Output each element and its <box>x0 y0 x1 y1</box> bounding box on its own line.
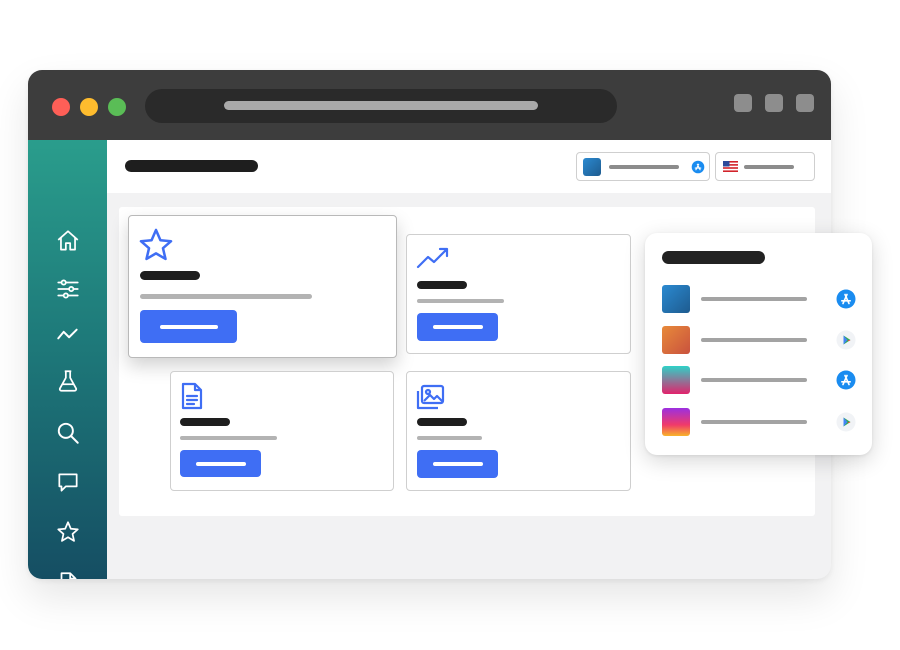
feature-card-trends[interactable] <box>406 234 631 354</box>
chat-icon <box>58 473 78 492</box>
button-label-placeholder <box>432 462 483 466</box>
address-bar[interactable] <box>145 89 617 123</box>
toolbar-button-2[interactable] <box>765 94 783 112</box>
app-thumbnail <box>662 285 690 313</box>
feature-card-documents[interactable] <box>170 371 394 491</box>
sidebar-item-home[interactable] <box>55 228 81 254</box>
toolbar-button-3[interactable] <box>796 94 814 112</box>
card-description <box>180 436 277 440</box>
minimize-window-button[interactable] <box>80 98 98 116</box>
card-action-button[interactable] <box>417 450 498 478</box>
button-label-placeholder <box>432 325 483 329</box>
sidebar-item-favorites[interactable] <box>55 519 81 545</box>
google-play-icon <box>836 412 856 432</box>
window-titlebar <box>28 70 831 140</box>
us-flag-icon <box>723 161 738 172</box>
app-name-placeholder <box>701 338 807 342</box>
sliders-icon <box>57 279 79 299</box>
home-icon <box>57 230 79 251</box>
feature-card-media[interactable] <box>406 371 631 491</box>
app-store-icon <box>836 289 856 309</box>
toolbar-button-1[interactable] <box>734 94 752 112</box>
card-title <box>417 418 467 426</box>
sidebar-item-analytics[interactable] <box>55 321 81 347</box>
trending-up-icon <box>416 247 449 269</box>
sidebar-item-labs[interactable] <box>55 368 81 394</box>
card-action-button[interactable] <box>140 310 237 343</box>
app-thumbnail <box>662 326 690 354</box>
app-selector[interactable] <box>576 152 710 181</box>
app-list-popover <box>645 233 872 455</box>
star-icon <box>57 521 79 542</box>
list-item[interactable] <box>662 285 858 313</box>
list-item[interactable] <box>662 366 858 394</box>
feature-card-favorites[interactable] <box>128 215 397 358</box>
app-name-placeholder <box>701 378 807 382</box>
search-icon <box>57 422 79 444</box>
trend-line-icon <box>57 328 78 340</box>
button-label-placeholder <box>195 461 246 466</box>
card-title <box>140 271 200 280</box>
list-item[interactable] <box>662 326 858 354</box>
card-title <box>417 281 467 289</box>
app-thumbnail <box>662 366 690 394</box>
language-selector[interactable] <box>715 152 815 181</box>
sidebar-item-settings[interactable] <box>55 276 81 302</box>
app-thumbnail <box>583 158 601 176</box>
card-description <box>140 294 312 299</box>
star-icon <box>139 228 173 261</box>
sidebar-item-reports[interactable] <box>55 570 81 579</box>
card-action-button[interactable] <box>180 450 261 477</box>
card-description <box>417 299 504 303</box>
card-action-button[interactable] <box>417 313 498 341</box>
language-placeholder <box>744 165 794 169</box>
zoom-window-button[interactable] <box>108 98 126 116</box>
google-play-icon <box>836 330 856 350</box>
sidebar-item-search[interactable] <box>55 420 81 446</box>
page-header <box>107 140 831 193</box>
app-name-placeholder <box>701 420 807 424</box>
app-store-icon <box>836 370 856 390</box>
address-placeholder <box>224 101 538 110</box>
button-label-placeholder <box>159 324 218 329</box>
page-title <box>125 160 258 172</box>
popover-title <box>662 251 765 264</box>
card-title <box>180 418 230 426</box>
document-icon <box>60 572 77 579</box>
card-description <box>417 436 482 440</box>
image-icon <box>416 384 445 410</box>
app-thumbnail <box>662 408 690 436</box>
app-name-placeholder <box>609 165 679 169</box>
close-window-button[interactable] <box>52 98 70 116</box>
app-store-icon <box>691 160 705 174</box>
document-icon <box>181 382 203 410</box>
app-name-placeholder <box>701 297 807 301</box>
flask-icon <box>58 370 78 392</box>
sidebar-item-messages[interactable] <box>55 469 81 495</box>
sidebar <box>28 140 107 579</box>
list-item[interactable] <box>662 408 858 436</box>
